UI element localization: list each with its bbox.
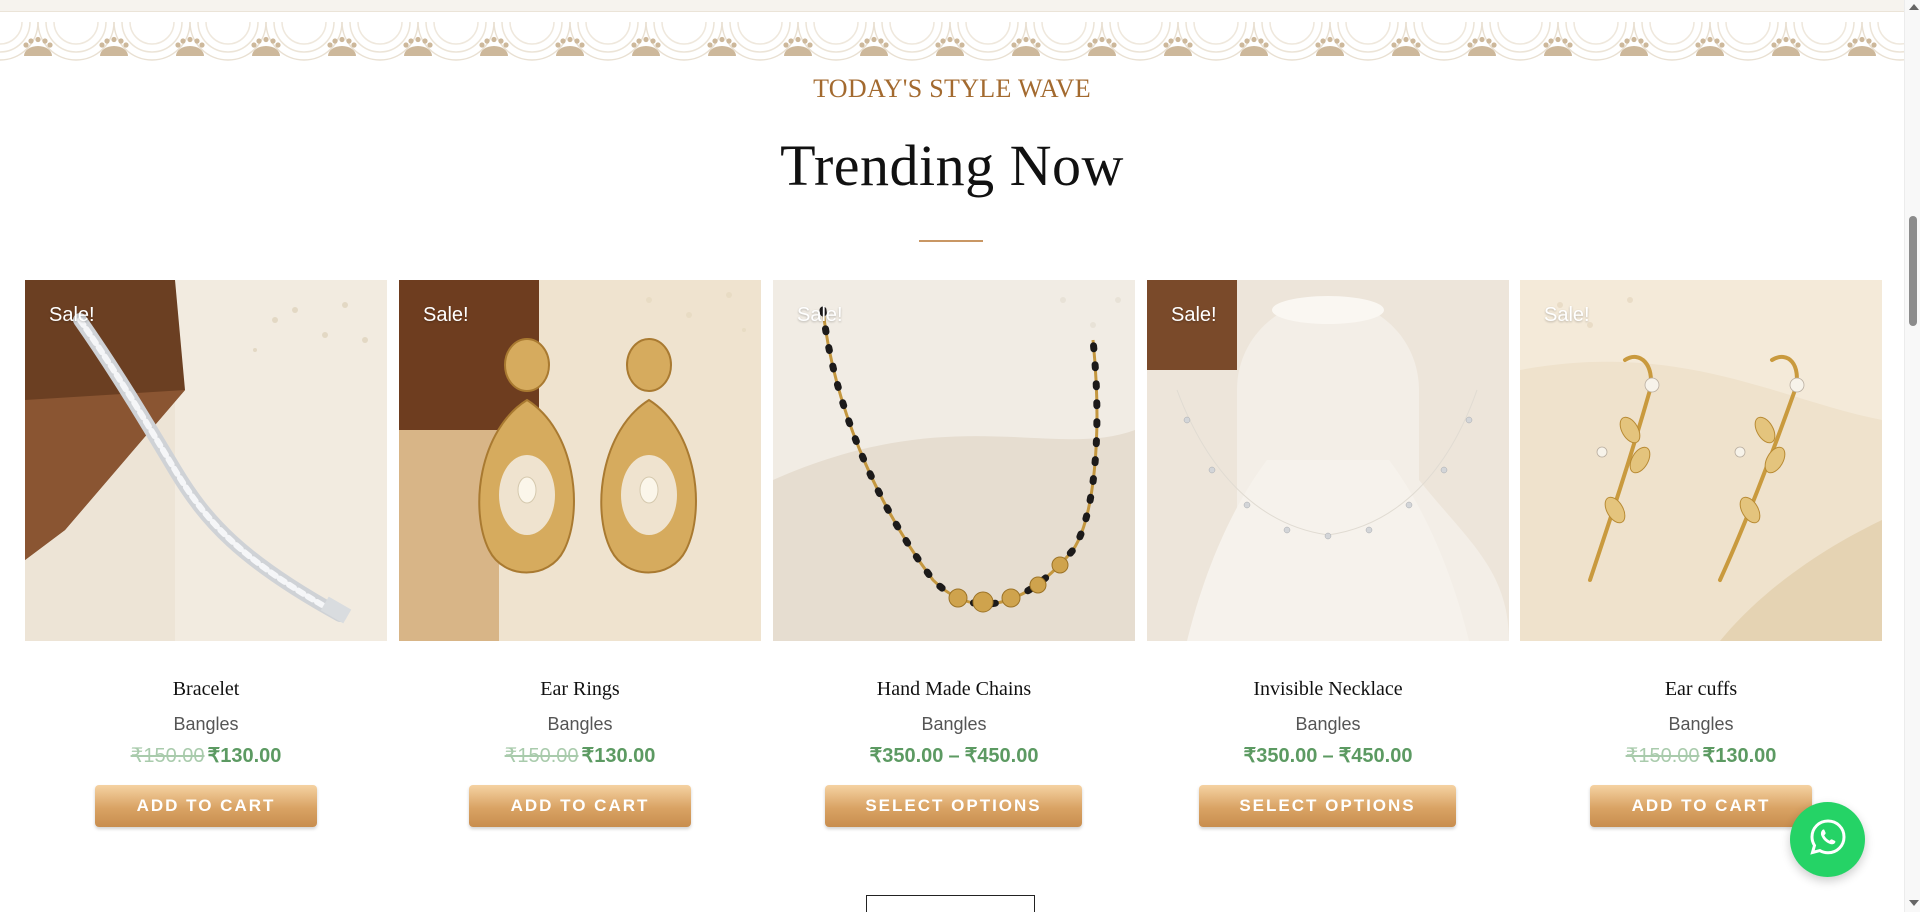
product-name[interactable]: Invisible Necklace (1147, 678, 1509, 701)
price-min: ₹350.00 (1243, 745, 1318, 767)
product-price: ₹150.00 ₹130.00 (25, 743, 387, 768)
scallop-border (0, 12, 1904, 74)
add-to-cart-button[interactable]: ADD TO CART (1590, 785, 1812, 827)
product-price: ₹150.00 ₹130.00 (1520, 743, 1882, 768)
view-all-button[interactable] (866, 895, 1035, 912)
scroll-thumb[interactable] (1909, 216, 1917, 326)
product-category[interactable]: Bangles (25, 714, 387, 735)
sale-badge: Sale! (1544, 304, 1590, 326)
price-max: ₹450.00 (1338, 745, 1413, 767)
product-image-hand-made-chains[interactable]: Sale! (773, 280, 1135, 641)
product-category[interactable]: Bangles (399, 714, 761, 735)
sale-badge: Sale! (423, 304, 469, 326)
scroll-up-icon[interactable] (1909, 4, 1919, 10)
product-card-ear-rings: Sale! Ear Rings Bangles ₹150.00 ₹130.00 A… (399, 280, 761, 840)
section-title: Trending Now (780, 133, 1124, 198)
page-scrollbar[interactable] (1904, 0, 1920, 912)
price-original: ₹150.00 (130, 745, 205, 767)
price-original: ₹150.00 (504, 745, 579, 767)
add-to-cart-button[interactable]: ADD TO CART (469, 785, 691, 827)
top-strip (0, 0, 1904, 12)
sale-badge: Sale! (797, 304, 843, 326)
product-card-invisible-necklace: Sale! Invisible Necklace Bangles ₹350.00… (1147, 280, 1509, 840)
product-grid: Sale! Bracelet Bangles ₹150.00 ₹130.00 AD… (25, 280, 1882, 840)
product-price: ₹150.00 ₹130.00 (399, 743, 761, 768)
product-price: ₹350.00– ₹450.00 (1147, 743, 1509, 768)
product-image-bracelet[interactable]: Sale! (25, 280, 387, 641)
price-sale: ₹130.00 (207, 745, 282, 767)
sale-badge: Sale! (49, 304, 95, 326)
product-image-ear-rings[interactable]: Sale! (399, 280, 761, 641)
sale-badge: Sale! (1171, 304, 1217, 326)
price-min: ₹350.00 (869, 745, 944, 767)
product-card-hand-made-chains: Sale! Hand Made Chains Bangles ₹350.00– ₹… (773, 280, 1135, 840)
add-to-cart-button[interactable]: ADD TO CART (95, 785, 317, 827)
product-card-bracelet: Sale! Bracelet Bangles ₹150.00 ₹130.00 AD… (25, 280, 387, 840)
price-separator: – (948, 745, 960, 767)
title-divider (919, 240, 983, 242)
section-eyebrow: TODAY'S STYLE WAVE (813, 74, 1091, 103)
product-category[interactable]: Bangles (1147, 714, 1509, 735)
price-max: ₹450.00 (964, 745, 1039, 767)
product-category[interactable]: Bangles (1520, 714, 1882, 735)
product-card-ear-cuffs: Sale! Ear cuffs Bangles ₹150.00 ₹130.00 A… (1520, 280, 1882, 840)
product-name[interactable]: Ear Rings (399, 678, 761, 701)
product-name[interactable]: Bracelet (25, 678, 387, 701)
whatsapp-button[interactable] (1790, 802, 1865, 877)
price-separator: – (1322, 745, 1334, 767)
price-sale: ₹130.00 (1702, 745, 1777, 767)
product-category[interactable]: Bangles (773, 714, 1135, 735)
select-options-button[interactable]: SELECT OPTIONS (825, 785, 1082, 827)
product-image-ear-cuffs[interactable]: Sale! (1520, 280, 1882, 641)
select-options-button[interactable]: SELECT OPTIONS (1199, 785, 1456, 827)
scroll-down-icon[interactable] (1909, 900, 1919, 906)
product-name[interactable]: Ear cuffs (1520, 678, 1882, 701)
product-price: ₹350.00– ₹450.00 (773, 743, 1135, 768)
product-image-invisible-necklace[interactable]: Sale! (1147, 280, 1509, 641)
price-original: ₹150.00 (1625, 745, 1700, 767)
whatsapp-icon (1808, 817, 1848, 862)
product-name[interactable]: Hand Made Chains (773, 678, 1135, 701)
price-sale: ₹130.00 (581, 745, 656, 767)
